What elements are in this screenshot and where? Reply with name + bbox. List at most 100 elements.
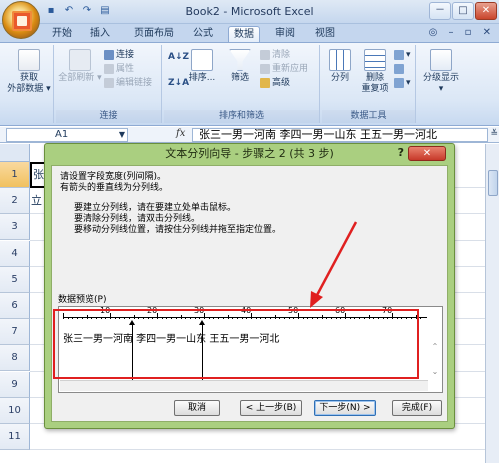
get-external-data-button[interactable]: 获取 外部数据 ▾ — [6, 49, 52, 95]
row-header[interactable]: 3 — [0, 214, 30, 241]
instruction-1: 请设置字段宽度(列间隔)。 — [60, 172, 167, 182]
scroll-up-icon[interactable]: ⌃ — [429, 342, 441, 351]
bullet-3: 要移动分列线位置，请按住分列线并拖至指定位置。 — [74, 225, 282, 235]
row-header[interactable]: 5 — [0, 266, 30, 293]
ribbon: 获取 外部数据 ▾ 全部刷新 ▾ 连接 属性 编辑链接 连接 A↓Z Z↓A 排… — [0, 42, 499, 126]
filter-label: 筛选 — [230, 73, 249, 83]
cell-a1-text: 张 — [33, 168, 44, 181]
edit-links-icon — [104, 77, 114, 88]
row-header[interactable]: 6 — [0, 293, 30, 319]
row-header[interactable]: 4 — [0, 240, 30, 267]
connections-button[interactable]: 连接 — [104, 49, 134, 61]
filter-icon — [229, 49, 251, 71]
data-validation-button[interactable]: ▾ — [394, 49, 411, 61]
edit-links-button[interactable]: 编辑链接 — [104, 77, 152, 89]
cancel-button[interactable]: 取消 — [174, 400, 220, 416]
group-get-external-data: 获取 外部数据 ▾ — [2, 45, 54, 123]
advanced-button[interactable]: 高级 — [260, 77, 290, 89]
connections-label: 连接 — [116, 50, 135, 60]
scroll-down-icon[interactable]: ⌄ — [429, 367, 441, 376]
outline-button[interactable]: 分级显示 ▾ — [420, 49, 462, 95]
highlight-box — [53, 309, 419, 379]
group-connections: 全部刷新 ▾ 连接 属性 编辑链接 连接 — [56, 45, 162, 123]
text-to-columns-button[interactable]: 分列 — [324, 49, 356, 84]
text-to-columns-dialog: 文本分列向导 - 步骤之 2 (共 3 步) ? ✕ 请设置字段宽度(列间隔)。… — [44, 143, 455, 429]
edit-links-label: 编辑链接 — [116, 78, 153, 88]
name-box[interactable]: A1 ▼ — [6, 128, 128, 142]
properties-icon — [104, 63, 114, 74]
office-button[interactable] — [2, 1, 40, 39]
select-all-corner[interactable] — [0, 144, 30, 162]
back-button[interactable]: < 上一步(B) — [240, 400, 302, 416]
group-label-connections: 连接 — [56, 110, 161, 123]
refresh-icon — [69, 49, 91, 71]
get-external-label: 获取 — [19, 73, 38, 83]
row-header[interactable]: 2 — [0, 188, 30, 215]
reapply-button[interactable]: 重新应用 — [260, 63, 308, 75]
row-header[interactable]: 8 — [0, 345, 30, 372]
name-box-value: A1 — [55, 129, 69, 140]
row-header[interactable]: 7 — [0, 319, 30, 346]
help-icon[interactable]: ? — [398, 146, 404, 159]
refresh-all-button[interactable]: 全部刷新 ▾ — [58, 49, 102, 84]
row-header[interactable]: 1 — [0, 162, 30, 188]
tab-data[interactable]: 数据 — [228, 26, 260, 42]
tab-page-layout[interactable]: 页面布局 — [130, 26, 178, 42]
clear-icon — [260, 49, 270, 60]
outline-label: 分级显示 — [422, 73, 459, 83]
group-sort-filter: A↓Z Z↓A 排序... 筛选 清除 重新应用 高级 排序和筛选 — [164, 45, 320, 123]
what-if-icon — [394, 77, 404, 88]
next-button[interactable]: 下一步(N) > — [314, 400, 376, 416]
properties-label: 属性 — [116, 64, 135, 74]
consolidate-button[interactable] — [394, 63, 406, 75]
expand-formula-bar-icon[interactable]: ≚ — [490, 129, 498, 139]
cell-a2[interactable]: 立 — [31, 190, 45, 212]
window-controls: － □ ✕ — [429, 2, 497, 20]
get-external-label-2: 外部数据 ▾ — [7, 84, 51, 94]
row-header[interactable]: 9 — [0, 371, 30, 398]
consolidate-icon — [394, 63, 404, 74]
group-label-data-tools: 数据工具 — [322, 110, 415, 123]
reapply-icon — [260, 63, 270, 74]
row-header[interactable]: 10 — [0, 397, 30, 424]
group-label-sort-filter: 排序和筛选 — [164, 110, 319, 123]
dialog-close-button[interactable]: ✕ — [408, 146, 446, 161]
formula-bar: A1 ▼ fx 张三一男一河南 李四一男一山东 王五一男一河北 ≚ — [0, 127, 499, 143]
refresh-all-label: 全部刷新 — [58, 73, 95, 83]
tab-formulas[interactable]: 公式 — [190, 26, 216, 42]
what-if-button[interactable]: ▾ — [394, 77, 411, 89]
bullet-2: 要清除分列线，请双击分列线。 — [74, 214, 201, 224]
close-button[interactable]: ✕ — [475, 2, 497, 20]
text-to-columns-label: 分列 — [330, 73, 349, 83]
tab-home[interactable]: 开始 — [50, 26, 74, 42]
reapply-label: 重新应用 — [272, 64, 309, 74]
sort-icon — [191, 49, 213, 71]
tab-insert[interactable]: 插入 — [88, 26, 112, 42]
preview-vscroll[interactable]: ⌃ ⌄ — [429, 308, 441, 378]
ribbon-right-controls[interactable]: ◎ – ▫ ✕ — [429, 27, 495, 38]
row-header[interactable]: 11 — [0, 424, 30, 450]
chevron-down-icon[interactable]: ▼ — [119, 129, 125, 141]
office-logo-icon — [12, 11, 32, 31]
finish-button[interactable]: 完成(F) — [392, 400, 442, 416]
database-icon — [18, 49, 40, 71]
properties-button[interactable]: 属性 — [104, 63, 134, 75]
tab-view[interactable]: 视图 — [312, 26, 338, 42]
remove-duplicates-button[interactable]: 删除 重复项 — [358, 49, 392, 95]
insert-function-icon[interactable]: fx — [176, 128, 185, 139]
formula-input[interactable]: 张三一男一河南 李四一男一山东 王五一男一河北 — [192, 128, 488, 142]
minimize-button[interactable]: － — [429, 2, 451, 20]
sort-button[interactable]: 排序... — [186, 49, 218, 84]
preview-hscroll[interactable] — [60, 380, 428, 391]
filter-button[interactable]: 筛选 — [224, 49, 256, 84]
maximize-button[interactable]: □ — [452, 2, 474, 20]
group-outline: 分级显示 ▾ — [418, 45, 462, 123]
vertical-scrollbar[interactable] — [485, 144, 499, 463]
ribbon-tabs: 开始 插入 页面布局 公式 数据 审阅 视图 ◎ – ▫ ✕ — [0, 24, 499, 42]
clear-button[interactable]: 清除 — [260, 49, 290, 61]
connections-icon — [104, 49, 114, 60]
tab-review[interactable]: 审阅 — [272, 26, 298, 42]
outline-icon — [430, 49, 452, 71]
dialog-body: 请设置字段宽度(列间隔)。 有箭头的垂直线为分列线。 要建立分列线，请在要建立处… — [51, 165, 448, 422]
scroll-thumb[interactable] — [488, 170, 498, 196]
